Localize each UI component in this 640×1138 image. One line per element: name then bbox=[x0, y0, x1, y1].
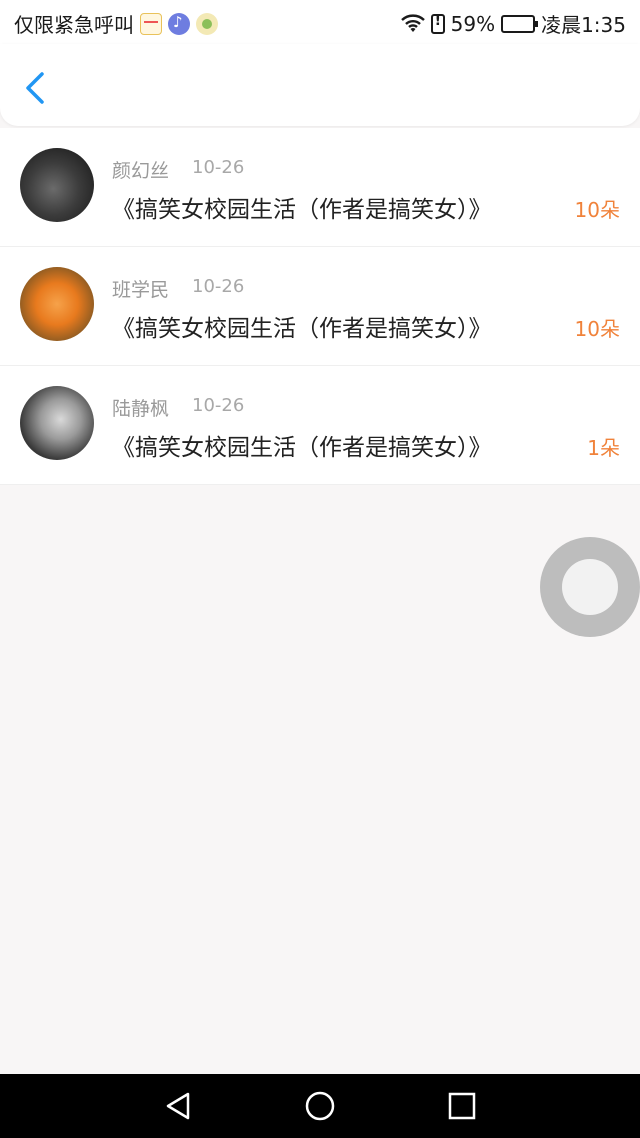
avatar[interactable] bbox=[20, 148, 94, 222]
avatar[interactable] bbox=[20, 267, 94, 341]
item-date: 10-26 bbox=[192, 395, 245, 416]
battery-icon bbox=[501, 14, 539, 33]
flower-count: 10朵 bbox=[574, 317, 620, 341]
wifi-icon bbox=[400, 13, 425, 32]
top-nav-bar bbox=[0, 44, 640, 126]
carrier-text: 仅限紧急呼叫 bbox=[14, 13, 134, 37]
back-triangle-icon[interactable] bbox=[162, 1090, 194, 1122]
screen: 仅限紧急呼叫 59% 凌晨1:35 颜幻丝 10-26 bbox=[0, 0, 640, 1138]
list-item[interactable]: 陆静枫 10-26 《搞笑女校园生活（作者是搞笑女）》 1朵 bbox=[0, 366, 640, 485]
gift-list: 颜幻丝 10-26 《搞笑女校园生活（作者是搞笑女）》 10朵 班学民 10-2… bbox=[0, 128, 640, 485]
book-title[interactable]: 《搞笑女校园生活（作者是搞笑女）》 bbox=[112, 428, 492, 462]
user-name[interactable]: 颜幻丝 bbox=[112, 156, 169, 183]
avatar[interactable] bbox=[20, 386, 94, 460]
flower-count: 10朵 bbox=[574, 198, 620, 222]
status-left: 仅限紧急呼叫 bbox=[14, 9, 218, 38]
calendar-app-icon bbox=[140, 12, 162, 35]
user-name[interactable]: 陆静枫 bbox=[112, 394, 169, 421]
recent-square-icon[interactable] bbox=[446, 1090, 478, 1122]
system-nav-bar bbox=[0, 1074, 640, 1138]
status-bar: 仅限紧急呼叫 59% 凌晨1:35 bbox=[0, 0, 640, 44]
status-right: 59% 凌晨1:35 bbox=[400, 9, 626, 38]
list-item[interactable]: 班学民 10-26 《搞笑女校园生活（作者是搞笑女）》 10朵 bbox=[0, 247, 640, 366]
home-circle-icon[interactable] bbox=[304, 1090, 336, 1122]
floating-assistive-button[interactable] bbox=[540, 537, 640, 637]
user-name[interactable]: 班学民 bbox=[112, 275, 169, 302]
flower-count: 1朵 bbox=[587, 436, 620, 460]
battery-percent: 59% bbox=[450, 11, 496, 36]
item-date: 10-26 bbox=[192, 157, 245, 178]
list-item[interactable]: 颜幻丝 10-26 《搞笑女校园生活（作者是搞笑女）》 10朵 bbox=[0, 128, 640, 247]
clock: 凌晨1:35 bbox=[541, 13, 626, 37]
item-date: 10-26 bbox=[192, 276, 245, 297]
book-title[interactable]: 《搞笑女校园生活（作者是搞笑女）》 bbox=[112, 309, 492, 343]
back-chevron-icon[interactable] bbox=[18, 68, 52, 108]
music-app-icon bbox=[168, 12, 190, 35]
alert-icon bbox=[430, 13, 445, 34]
floating-button-center bbox=[562, 559, 618, 615]
baby-app-icon bbox=[196, 12, 218, 35]
book-title[interactable]: 《搞笑女校园生活（作者是搞笑女）》 bbox=[112, 190, 492, 224]
